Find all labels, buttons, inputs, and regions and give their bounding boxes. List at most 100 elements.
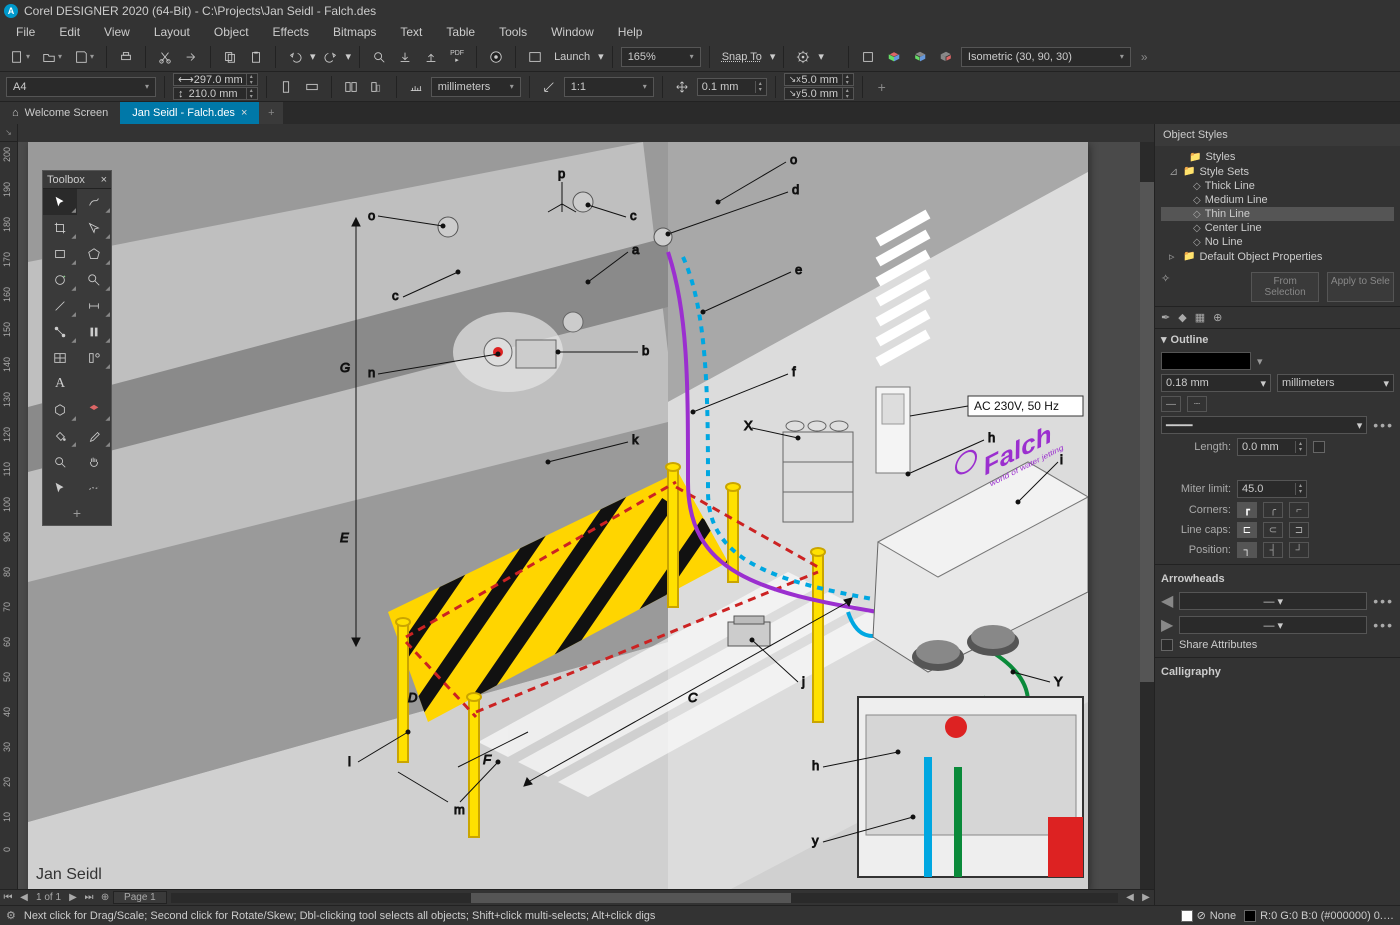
menu-edit[interactable]: Edit [47,23,92,41]
corner-miter[interactable]: ┏ [1237,502,1257,518]
outline-units-combo[interactable]: millimeters▾ [1277,374,1394,392]
pos-inside[interactable]: ┘ [1289,542,1309,558]
page-last-button[interactable]: ⏭ [81,892,97,903]
styles-node[interactable]: 📁Styles [1161,150,1394,164]
dash-options[interactable]: ••• [1373,417,1394,433]
add-style-icon[interactable]: ⊕ [1213,311,1222,324]
pick2-tool[interactable] [43,475,77,501]
menu-effects[interactable]: Effects [261,23,321,41]
object-styles-title[interactable]: Object Styles [1155,124,1400,146]
launch-label[interactable]: Launch [550,51,594,63]
table-tool[interactable] [43,345,77,371]
page-add-button[interactable]: ⊕ [97,892,113,903]
pan-tool[interactable] [77,449,111,475]
portrait-button[interactable] [275,76,297,98]
copy-button[interactable] [219,46,241,68]
3d-tool[interactable]: ◢ [43,397,77,423]
crop-tool[interactable]: ◢ [43,215,77,241]
page-first-button[interactable]: ⏮ [0,892,16,903]
style-thick-line[interactable]: ◇Thick Line [1161,179,1394,193]
style-dashed[interactable]: ┈ [1187,396,1207,412]
arrow-end-combo[interactable]: — ▾ [1179,616,1367,634]
toolbar-overflow[interactable]: » [1135,50,1154,64]
undo-button[interactable] [284,46,306,68]
toolbox-panel[interactable]: Toolbox× ◢ ◢ ◢ ◢ ◢ ◢ ◢ ◢ ◢ ◢ ◢ ◢ [42,170,112,526]
polygon-tool[interactable]: ◢ [77,241,111,267]
full-screen-button[interactable] [524,46,546,68]
style-no-line[interactable]: ◇No Line [1161,235,1394,249]
draw-scale-combo[interactable]: 1:1▾ [564,77,654,97]
page-next-button[interactable]: ▶ [65,892,81,903]
page-size-combo[interactable]: A4▾ [6,77,156,97]
page-height-input[interactable]: ↕210.0 mm▴▾ [173,87,258,100]
plane-toggle[interactable] [857,46,879,68]
horizontal-scrollbar[interactable] [171,893,1118,903]
vertical-ruler[interactable]: 2001901801701601501401301201101009080706… [0,142,18,889]
arrow-end-options[interactable]: ••• [1373,617,1394,633]
status-gear-icon[interactable]: ⚙ [6,909,16,922]
text-tool[interactable]: A [43,371,77,397]
spiral-tool[interactable]: ◢ [77,319,111,345]
redo-button[interactable] [320,46,342,68]
all-pages-button[interactable] [340,76,362,98]
dimension-tool[interactable]: ◢ [77,293,111,319]
transparency-icon[interactable]: ▦ [1195,311,1205,324]
fill-swatch[interactable]: ⊘None [1181,909,1237,922]
graph-paper-tool[interactable]: ◢ [77,345,111,371]
style-medium-line[interactable]: ◇Medium Line [1161,193,1394,207]
style-thin-line[interactable]: ◇Thin Line [1161,207,1394,221]
units-combo[interactable]: millimeters▾ [431,77,521,97]
dup-x-input[interactable]: ↘x5.0 mm▴▾ [784,73,854,86]
vertical-scrollbar[interactable] [1140,142,1154,889]
page-prev-button[interactable]: ◀ [16,892,32,903]
add-prop-button[interactable]: + [871,76,893,98]
projected-tool[interactable]: ◢ [77,397,111,423]
length-input[interactable]: 0.0 mm▴▾ [1237,438,1307,456]
landscape-button[interactable] [301,76,323,98]
unknown-circle-button[interactable] [485,46,507,68]
fill-tool[interactable]: ◢ [43,423,77,449]
iso-right-button[interactable] [935,46,957,68]
menu-table[interactable]: Table [434,23,487,41]
welcome-tab[interactable]: ⌂Welcome Screen [0,102,120,124]
cap-round[interactable]: ⊂ [1263,522,1283,538]
toolbox-close-icon[interactable]: × [101,174,107,186]
publish-pdf-button[interactable]: PDF▸ [446,46,468,68]
callout-tool[interactable]: ◢ [77,267,111,293]
export2-button[interactable] [420,46,442,68]
outline-pen-icon[interactable]: ✒ [1161,311,1170,324]
corner-bevel[interactable]: ⌐ [1289,502,1309,518]
menu-view[interactable]: View [92,23,142,41]
new-button[interactable] [6,46,28,68]
outline-width-combo[interactable]: 0.18 mm▾ [1161,374,1271,392]
line-tool[interactable]: ◢ [43,293,77,319]
active-doc-tab[interactable]: Jan Seidl - Falch.des× [120,102,259,124]
pos-outside[interactable]: ┐ [1237,542,1257,558]
shape-tool[interactable]: ◢ [77,189,111,215]
export-button[interactable] [180,46,202,68]
pos-center[interactable]: ┤ [1263,542,1283,558]
search-button[interactable] [368,46,390,68]
current-page-button[interactable] [366,76,388,98]
ellipse-tool[interactable]: ◢ [43,267,77,293]
menu-text[interactable]: Text [388,23,434,41]
zoom-combo[interactable]: 165%▾ [621,47,701,67]
freehand-pick-tool[interactable] [77,475,111,501]
from-selection-button[interactable]: From Selection [1251,272,1318,302]
outline-color-well[interactable] [1161,352,1251,370]
cut-button[interactable] [154,46,176,68]
connector-tool[interactable]: ◢ [43,319,77,345]
menu-window[interactable]: Window [539,23,606,41]
page-width-input[interactable]: ⟷297.0 mm▴▾ [173,73,258,86]
menu-bitmaps[interactable]: Bitmaps [321,23,388,41]
outline-header[interactable]: ▾Outline [1155,329,1400,350]
menu-tools[interactable]: Tools [487,23,539,41]
isometric-combo[interactable]: Isometric (30, 90, 30)▾ [961,47,1131,67]
iso-left-button[interactable] [909,46,931,68]
add-doc-tab[interactable]: + [259,102,283,124]
style-solid[interactable]: — [1161,396,1181,412]
iso-top-button[interactable] [883,46,905,68]
new-style-icon[interactable]: ✧ [1161,272,1170,302]
corner-round[interactable]: ╭ [1263,502,1283,518]
page-tab[interactable]: Page 1 [113,891,167,904]
